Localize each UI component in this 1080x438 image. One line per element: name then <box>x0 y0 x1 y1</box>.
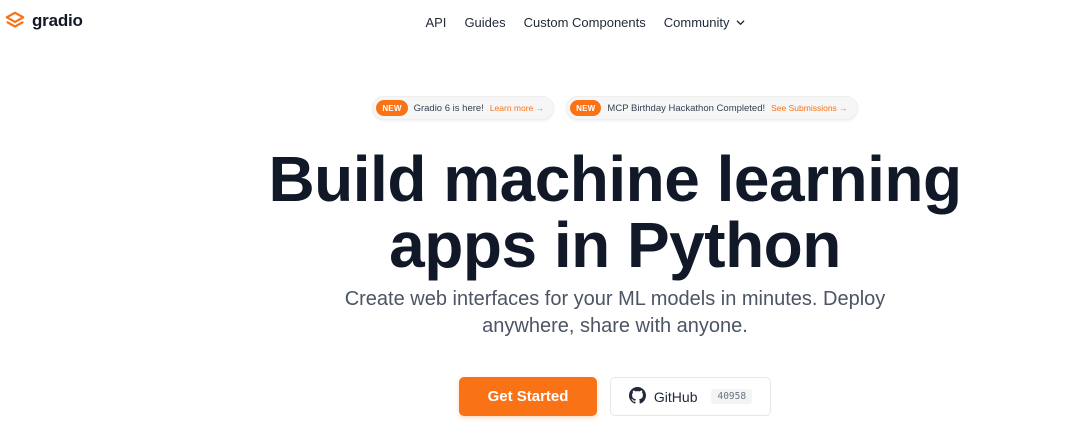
hero-subtitle-line-1: Create web interfaces for your ML models… <box>344 288 886 310</box>
announcement-text: Gradio 6 is here! <box>413 102 484 114</box>
nav-community-dropdown[interactable]: Community <box>664 15 745 30</box>
hero-title-line-2: apps in Python <box>389 209 841 281</box>
hero-subtitle-line-2: anywhere, share with anyone. <box>482 315 748 337</box>
github-label: GitHub <box>653 388 698 405</box>
hero-title-line-1: Build machine learning <box>268 143 962 215</box>
nav-guides-label: Guides <box>464 14 506 30</box>
chevron-down-icon <box>736 15 745 30</box>
nav-community-label: Community <box>663 14 730 30</box>
announcement-bar: NEW Gradio 6 is here! Learn more → NEW M… <box>0 96 1080 120</box>
nav-api[interactable]: API <box>425 15 446 30</box>
hero-subtitle: Create web interfaces for your ML models… <box>0 286 1080 340</box>
get-started-button[interactable]: Get Started <box>459 377 597 416</box>
learn-more-link[interactable]: Learn more → <box>490 103 544 113</box>
announcement-gradio-6[interactable]: NEW Gradio 6 is here! Learn more → <box>372 96 555 120</box>
top-nav: API Guides Custom Components Community <box>0 0 1080 44</box>
page: gradio API Guides Custom Components Comm… <box>0 0 1080 438</box>
nav-api-label: API <box>425 14 447 30</box>
nav-custom-components[interactable]: Custom Components <box>524 15 646 30</box>
nav-custom-components-label: Custom Components <box>523 14 646 30</box>
github-button[interactable]: GitHub 40958 <box>610 377 771 416</box>
announcement-hackathon[interactable]: NEW MCP Birthday Hackathon Completed! Se… <box>566 96 858 120</box>
nav-guides[interactable]: Guides <box>464 15 505 30</box>
github-icon <box>628 386 646 407</box>
github-star-count: 40958 <box>711 389 753 404</box>
new-badge: NEW <box>376 100 408 116</box>
hero-title: Build machine learning apps in Python <box>0 146 1080 278</box>
new-badge: NEW <box>570 100 602 116</box>
announcement-text: MCP Birthday Hackathon Completed! <box>607 102 766 114</box>
cta-group: Get Started GitHub 40958 <box>0 377 1080 416</box>
see-submissions-link[interactable]: See Submissions → <box>771 103 848 113</box>
